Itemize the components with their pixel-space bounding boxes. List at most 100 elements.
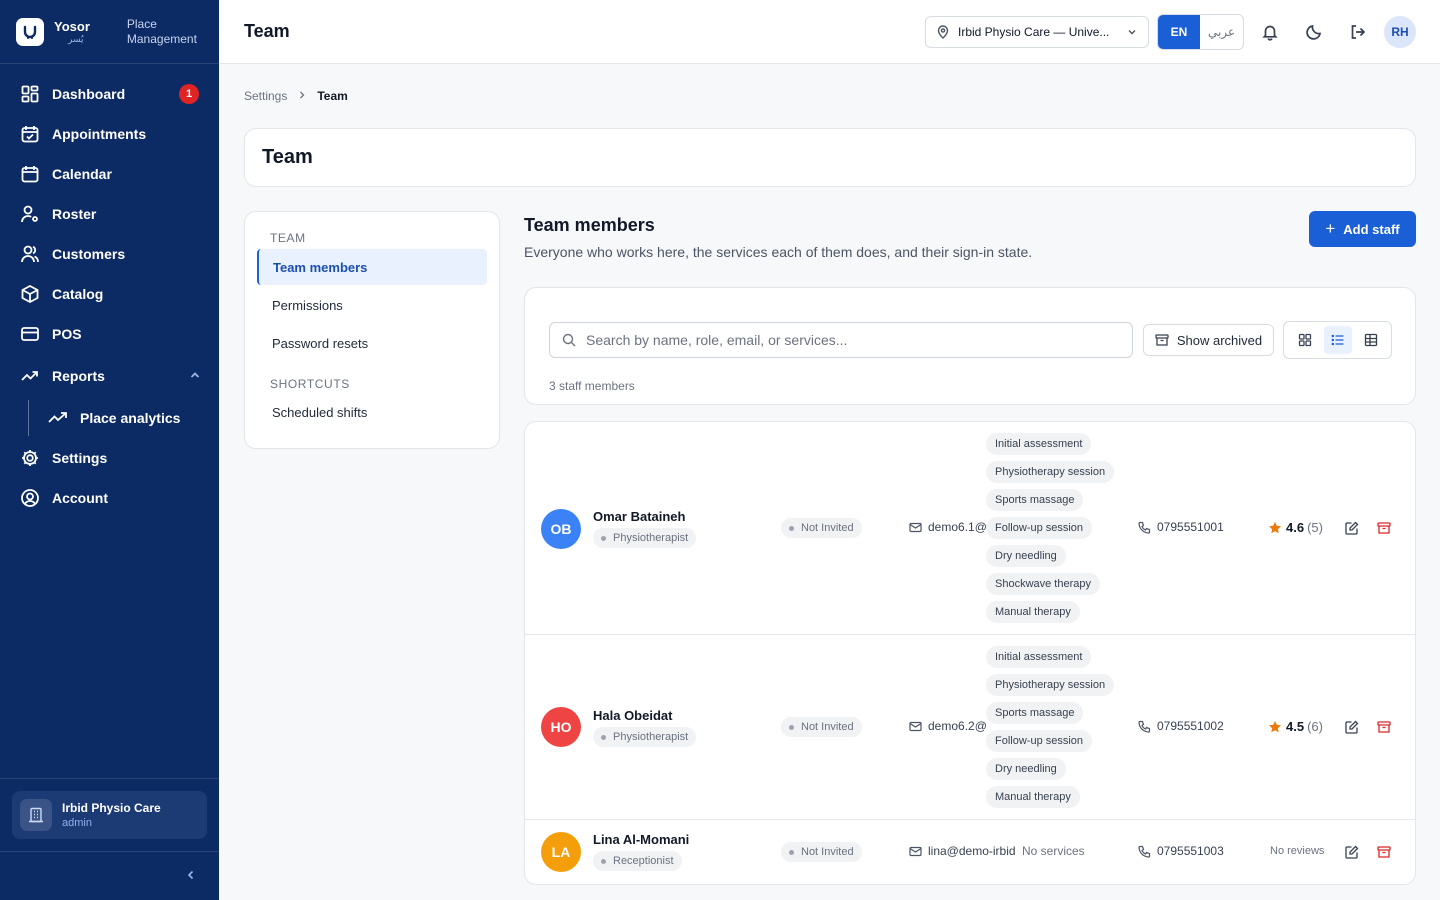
lang-ar-button[interactable]: عربي <box>1200 15 1243 49</box>
notifications-button[interactable] <box>1258 20 1282 44</box>
service-tag: Manual therapy <box>986 601 1080 623</box>
add-staff-button[interactable]: + Add staff <box>1309 211 1416 247</box>
archive-icon <box>1377 721 1391 733</box>
bell-icon <box>1262 25 1278 41</box>
trending-up-icon <box>20 366 40 386</box>
sidebar-item-calendar[interactable]: Calendar <box>0 154 219 194</box>
subnav-item-team-members[interactable]: Team members <box>257 249 487 285</box>
calendar-check-icon <box>20 124 40 144</box>
sidebar-item-label: Roster <box>52 206 97 222</box>
phone-icon <box>1138 521 1151 534</box>
filter-card: Show archived 3 staff members <box>524 287 1416 405</box>
table-view-button[interactable] <box>1357 326 1385 354</box>
service-tag: Sports massage <box>986 702 1084 724</box>
sidebar-nav: Dashboard 1 Appointments Calendar Roster… <box>0 64 219 518</box>
edit-button[interactable] <box>1343 519 1361 537</box>
subnav-item-permissions[interactable]: Permissions <box>245 287 499 323</box>
archive-button[interactable] <box>1375 718 1393 736</box>
breadcrumb-settings[interactable]: Settings <box>244 89 287 103</box>
avatar: OB <box>541 509 581 549</box>
status-badge: Not Invited <box>781 842 862 862</box>
role-badge: Physiotherapist <box>593 528 697 548</box>
chevron-down-icon <box>1128 30 1136 35</box>
brand: Yosor يُسر Place Management <box>0 0 219 64</box>
sidebar-item-label: Account <box>52 490 108 506</box>
lang-en-button[interactable]: EN <box>1158 15 1200 49</box>
brand-tagline-2: Management <box>126 31 197 46</box>
service-tag: Dry needling <box>986 758 1066 780</box>
brand-name: Yosor <box>54 18 90 34</box>
trending-up-icon <box>48 409 68 427</box>
member-phone-text: 0795551002 <box>1157 719 1224 733</box>
show-archived-button[interactable]: Show archived <box>1143 324 1274 356</box>
phone-icon <box>1138 720 1151 733</box>
status-badge: Not Invited <box>781 518 862 538</box>
table-row[interactable]: OB Omar Bataineh Physiotherapist Not Inv… <box>525 422 1415 635</box>
table-row[interactable]: LA Lina Al-Momani Receptionist Not Invit… <box>525 820 1415 884</box>
table-icon <box>1364 333 1377 347</box>
edit-button[interactable] <box>1343 718 1361 736</box>
sidebar-item-dashboard[interactable]: Dashboard 1 <box>0 74 219 114</box>
sidebar-item-pos[interactable]: POS <box>0 314 219 354</box>
gear-icon <box>20 448 40 468</box>
no-services-text: No services <box>1022 844 1085 858</box>
mail-icon <box>909 846 922 856</box>
place-switcher[interactable]: Irbid Physio Care admin <box>12 791 207 839</box>
subnav-section-team: TEAM <box>270 231 306 245</box>
staff-count: 3 staff members <box>549 379 635 393</box>
grid-view-button[interactable] <box>1291 326 1319 354</box>
sidebar-item-customers[interactable]: Customers <box>0 234 219 274</box>
rating-value: 4.6 <box>1286 520 1305 535</box>
user-avatar[interactable]: RH <box>1384 16 1416 48</box>
sidebar-item-roster[interactable]: Roster <box>0 194 219 234</box>
service-tag: Physiotherapy session <box>986 674 1115 696</box>
sidebar-item-place-analytics[interactable]: Place analytics <box>0 398 219 438</box>
member-phone: 0795551002 <box>1138 719 1224 733</box>
service-tag: Initial assessment <box>986 433 1092 455</box>
list-view-button[interactable] <box>1323 326 1352 354</box>
archive-icon <box>1155 334 1169 346</box>
edit-button[interactable] <box>1343 843 1361 861</box>
star-icon <box>1269 521 1281 533</box>
avatar: HO <box>541 707 581 747</box>
sidebar-item-label: Reports <box>52 368 105 384</box>
place-role: admin <box>62 817 92 829</box>
list-icon <box>1331 334 1343 346</box>
language-switch: EN عربي <box>1157 14 1244 50</box>
sidebar-item-account[interactable]: Account <box>0 478 219 518</box>
subnav-item-scheduled-shifts[interactable]: Scheduled shifts <box>245 395 499 429</box>
sidebar-item-reports[interactable]: Reports <box>0 354 219 398</box>
subnav-section-shortcuts: SHORTCUTS <box>270 377 350 391</box>
archive-button[interactable] <box>1375 843 1393 861</box>
services-list: Initial assessment Physiotherapy session… <box>986 646 1136 814</box>
sidebar-item-appointments[interactable]: Appointments <box>0 114 219 154</box>
subnav-item-password-resets[interactable]: Password resets <box>245 325 499 361</box>
member-email-text: lina@demo-irbid <box>928 844 1015 858</box>
calendar-icon <box>20 164 40 184</box>
member-email: lina@demo-irbid <box>909 844 1015 858</box>
member-name: Omar Bataineh <box>593 509 686 524</box>
role-badge: Receptionist <box>593 851 682 871</box>
logout-button[interactable] <box>1346 20 1370 44</box>
sidebar-item-settings[interactable]: Settings <box>0 438 219 478</box>
member-phone: 0795551001 <box>1138 520 1224 534</box>
divider <box>0 851 219 852</box>
location-select[interactable]: Irbid Physio Care — Unive... <box>925 16 1149 48</box>
sidebar-item-catalog[interactable]: Catalog <box>0 274 219 314</box>
table-row[interactable]: HO Hala Obeidat Physiotherapist Not Invi… <box>525 635 1415 820</box>
service-tag: Manual therapy <box>986 786 1080 808</box>
status-badge: Not Invited <box>781 717 862 737</box>
services-list: Initial assessment Physiotherapy session… <box>986 433 1136 629</box>
theme-toggle-button[interactable] <box>1302 20 1326 44</box>
collapse-sidebar-button[interactable] <box>184 868 198 887</box>
archive-icon <box>1377 846 1391 858</box>
mail-icon <box>909 721 922 731</box>
search-input[interactable] <box>586 332 1106 348</box>
review-count: (6) <box>1307 719 1323 734</box>
search-box <box>549 322 1133 358</box>
archive-button[interactable] <box>1375 519 1393 537</box>
member-email-text: demo6.2@ <box>928 719 987 733</box>
settings-subnav: TEAM Team members Permissions Password r… <box>244 211 500 449</box>
sidebar-item-label: Calendar <box>52 166 112 182</box>
sidebar-item-label: Place analytics <box>80 410 181 426</box>
